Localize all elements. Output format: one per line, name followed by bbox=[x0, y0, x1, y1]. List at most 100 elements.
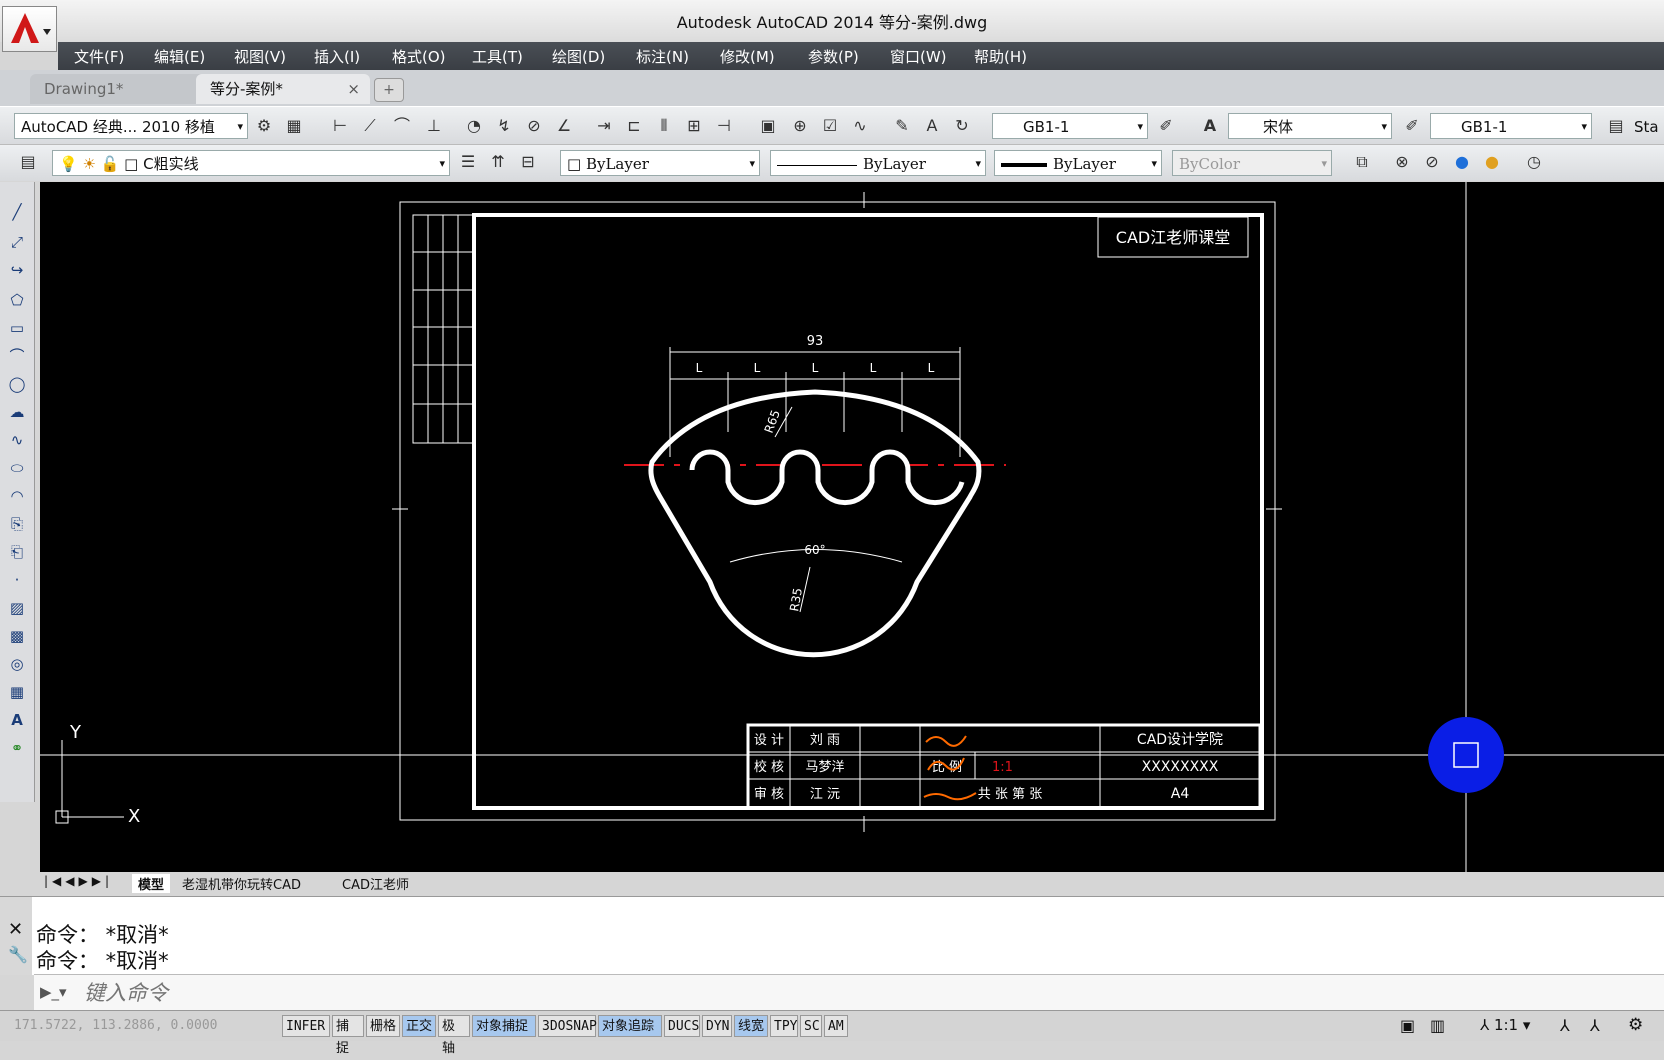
baseline-dim-icon[interactable]: ⊏ bbox=[622, 114, 646, 138]
radius-dim-icon[interactable]: ◔ bbox=[462, 114, 486, 138]
command-prompt-icon[interactable]: ▶_▾ bbox=[40, 983, 67, 1001]
menu-view[interactable]: 视图(V) bbox=[234, 46, 286, 67]
polygon-icon[interactable]: ⬠ bbox=[5, 288, 29, 312]
workspace-settings-icon[interactable]: ▦ bbox=[282, 114, 306, 138]
command-input[interactable] bbox=[82, 979, 686, 1007]
layout-icon[interactable]: ▥ bbox=[1430, 1016, 1445, 1035]
gear-icon[interactable]: ⚙ bbox=[1628, 1015, 1643, 1035]
drawing-canvas[interactable]: CAD江老师课堂 93 L L L L L R65 60° R35 设 计 刘 … bbox=[40, 182, 1664, 872]
layer-properties-icon[interactable]: ▤ bbox=[16, 150, 40, 174]
status-toggle-7[interactable]: 对象追踪 bbox=[598, 1015, 662, 1037]
menu-dimension[interactable]: 标注(N) bbox=[636, 46, 689, 67]
ellipse-arc-icon[interactable]: ◠ bbox=[5, 484, 29, 508]
hidden-icon[interactable]: ⊘ bbox=[1420, 150, 1444, 174]
status-toggle-9[interactable]: DYN bbox=[702, 1015, 732, 1037]
gear-icon[interactable]: ⚙ bbox=[252, 114, 276, 138]
font-select[interactable]: 宋体 ▾ bbox=[1228, 113, 1392, 139]
multileader-style-select[interactable]: GB1-1 ▾ bbox=[1430, 113, 1592, 139]
rectangle-icon[interactable]: ▭ bbox=[5, 316, 29, 340]
dimstyle-select[interactable]: GB1-1 ▾ bbox=[992, 113, 1148, 139]
status-toggle-11[interactable]: TPY bbox=[770, 1015, 798, 1037]
menu-parameters[interactable]: 参数(P) bbox=[808, 46, 859, 67]
aligned-dim-icon[interactable]: ⟋ bbox=[358, 114, 382, 138]
layer-select[interactable]: 💡 ☀ 🔓 □ C粗实线 ▾ bbox=[52, 150, 450, 176]
line-icon[interactable]: ╱ bbox=[5, 200, 29, 224]
dim-text-edit-icon[interactable]: A bbox=[920, 114, 944, 138]
menu-edit[interactable]: 编辑(E) bbox=[154, 46, 205, 67]
polyline-icon[interactable]: ↪ bbox=[5, 258, 29, 282]
linear-dim-icon[interactable]: ⊢ bbox=[328, 114, 352, 138]
lineweight-select[interactable]: ByLayer ▾ bbox=[994, 150, 1162, 176]
revision-cloud-icon[interactable]: ☁ bbox=[5, 400, 29, 424]
status-toggle-13[interactable]: AM bbox=[824, 1015, 848, 1037]
status-toggle-12[interactable]: SC bbox=[800, 1015, 822, 1037]
drawing-svg[interactable]: CAD江老师课堂 93 L L L L L R65 60° R35 设 计 刘 … bbox=[40, 182, 1664, 872]
hatch-icon[interactable]: ▨ bbox=[5, 596, 29, 620]
status-toggle-4[interactable]: 极轴 bbox=[438, 1015, 470, 1056]
region-icon[interactable]: ◎ bbox=[5, 652, 29, 676]
menu-format[interactable]: 格式(O) bbox=[392, 46, 446, 67]
table-icon[interactable]: ▦ bbox=[5, 680, 29, 704]
menu-tools[interactable]: 工具(T) bbox=[472, 46, 523, 67]
tab-layout-1[interactable]: 老湿机带你玩转CAD bbox=[182, 874, 301, 893]
spline-icon[interactable]: ∿ bbox=[5, 428, 29, 452]
tolerance-icon[interactable]: ▣ bbox=[756, 114, 780, 138]
close-icon[interactable]: ✕ bbox=[8, 919, 23, 940]
layer-previous-icon[interactable]: ⇈ bbox=[486, 150, 510, 174]
dim-edit-icon[interactable]: ✎ bbox=[890, 114, 914, 138]
command-window-handle[interactable]: ✕ 🔧 bbox=[0, 897, 32, 975]
insert-block-icon[interactable]: ⎘ bbox=[5, 512, 29, 536]
menu-insert[interactable]: 插入(I) bbox=[314, 46, 360, 67]
visual-style-icon[interactable]: ⧉ bbox=[1350, 150, 1374, 174]
new-tab-icon[interactable]: + bbox=[374, 78, 404, 102]
color-select[interactable]: □ ByLayer ▾ bbox=[560, 150, 760, 176]
menu-file[interactable]: 文件(F) bbox=[74, 46, 124, 67]
ellipse-icon[interactable]: ⬭ bbox=[5, 456, 29, 480]
command-line[interactable]: ▶_▾ bbox=[34, 974, 1664, 1011]
make-block-icon[interactable]: ⎗ bbox=[5, 540, 29, 564]
visual-style-manager-icon[interactable]: ◷ bbox=[1522, 150, 1546, 174]
conceptual-icon[interactable]: ● bbox=[1480, 150, 1504, 174]
ordinate-dim-icon[interactable]: ⊥ bbox=[422, 114, 446, 138]
tab-drawing1[interactable]: Drawing1* bbox=[30, 74, 208, 104]
status-toggle-3[interactable]: 正交 bbox=[402, 1015, 436, 1037]
gradient-icon[interactable]: ▩ bbox=[5, 624, 29, 648]
add-selected-icon[interactable]: ⚭ bbox=[5, 736, 29, 760]
status-toggle-8[interactable]: DUCS bbox=[664, 1015, 700, 1037]
table-style-label[interactable]: Sta bbox=[1634, 118, 1659, 136]
text-style-icon[interactable]: A bbox=[1198, 114, 1222, 138]
jogged-linear-icon[interactable]: ∿ bbox=[848, 114, 872, 138]
multileader-style-icon[interactable]: ✐ bbox=[1400, 114, 1424, 138]
menu-draw[interactable]: 绘图(D) bbox=[552, 46, 605, 67]
dim-space-icon[interactable]: ⊞ bbox=[682, 114, 706, 138]
status-toggle-6[interactable]: 3DOSNAP bbox=[538, 1015, 597, 1037]
close-tab-icon[interactable]: × bbox=[347, 74, 360, 104]
layer-state-icon[interactable]: ⊟ bbox=[516, 150, 540, 174]
menu-window[interactable]: 窗口(W) bbox=[890, 46, 947, 67]
menu-modify[interactable]: 修改(M) bbox=[720, 46, 775, 67]
status-toggle-2[interactable]: 栅格 bbox=[366, 1015, 400, 1037]
status-toggle-0[interactable]: INFER bbox=[282, 1015, 330, 1037]
diameter-dim-icon[interactable]: ⊘ bbox=[522, 114, 546, 138]
continue-dim-icon[interactable]: ⫴ bbox=[652, 114, 676, 138]
status-toggle-10[interactable]: 线宽 bbox=[734, 1015, 768, 1037]
table-style-icon[interactable]: ▤ bbox=[1604, 114, 1628, 138]
status-toggle-5[interactable]: 对象捕捉 bbox=[472, 1015, 536, 1037]
arc-icon[interactable]: ⌒ bbox=[5, 344, 29, 368]
auto-scale-icon[interactable]: ⅄ bbox=[1590, 1016, 1600, 1035]
tab-active-document[interactable]: 等分-案例* × bbox=[196, 74, 370, 104]
make-current-icon[interactable]: ☰ bbox=[456, 150, 480, 174]
circle-icon[interactable]: ◯ bbox=[5, 372, 29, 396]
annotation-scale[interactable]: ⅄ 1:1 ▾ bbox=[1480, 1016, 1530, 1034]
center-mark-icon[interactable]: ⊕ bbox=[788, 114, 812, 138]
2d-wireframe-icon[interactable]: ⊗ bbox=[1390, 150, 1414, 174]
layout-nav-icon[interactable]: |◀◀▶▶| bbox=[44, 874, 113, 888]
application-menu-button[interactable] bbox=[2, 6, 57, 52]
workspace-select[interactable]: AutoCAD 经典... 2010 移植 ▾ bbox=[14, 113, 248, 139]
multiline-text-icon[interactable]: A bbox=[5, 708, 29, 732]
realistic-icon[interactable]: ● bbox=[1450, 150, 1474, 174]
dim-update-icon[interactable]: ↻ bbox=[950, 114, 974, 138]
linetype-select[interactable]: ByLayer ▾ bbox=[770, 150, 986, 176]
model-space-icon[interactable]: ▣ bbox=[1400, 1016, 1415, 1035]
coordinate-readout[interactable]: 171.5722, 113.2886, 0.0000 bbox=[14, 1018, 218, 1033]
